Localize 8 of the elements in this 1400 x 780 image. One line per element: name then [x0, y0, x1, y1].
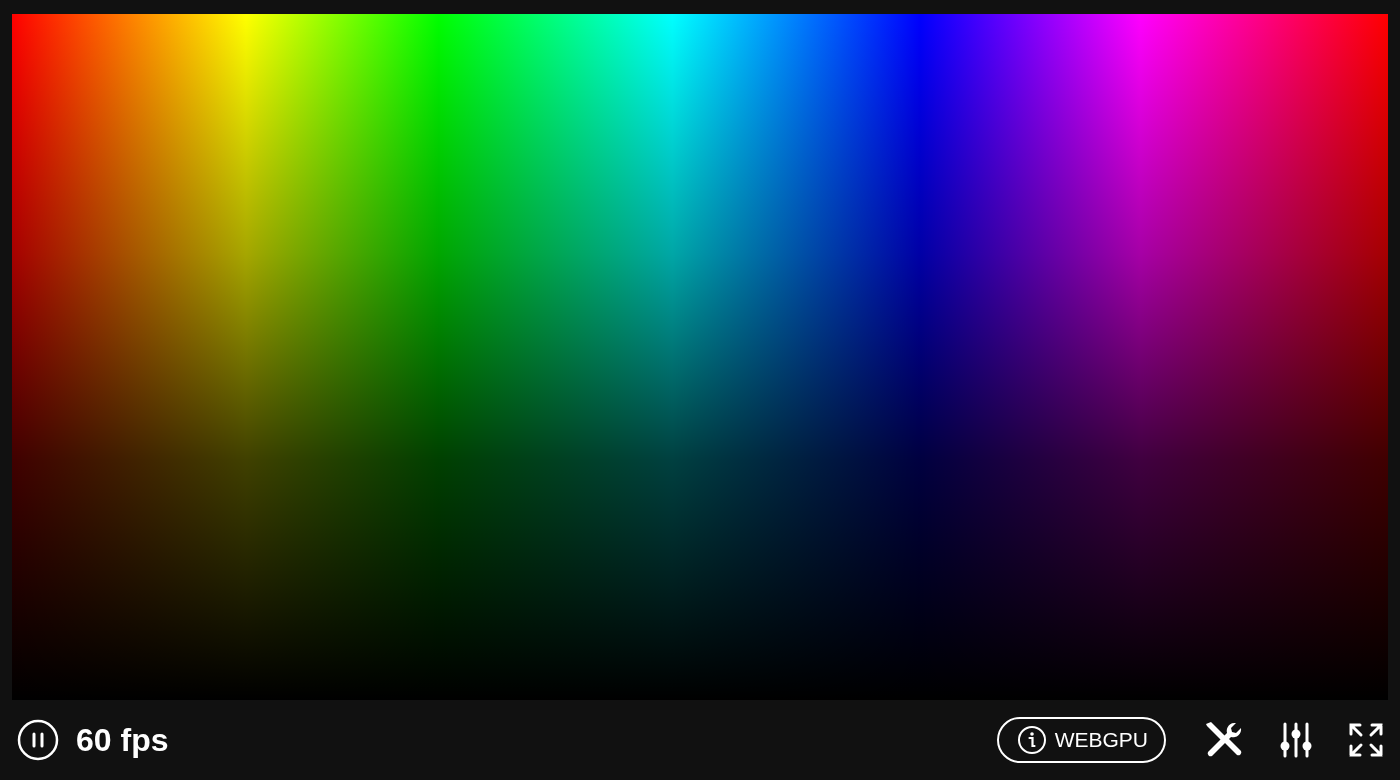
sliders-icon	[1280, 722, 1312, 758]
webgpu-info-button[interactable]: WEBGPU	[996, 717, 1166, 763]
fps-counter: 60 fps	[76, 721, 169, 760]
expand-icon	[1348, 722, 1384, 758]
pause-button[interactable]	[16, 718, 60, 762]
fullscreen-button[interactable]	[1348, 722, 1384, 758]
info-icon	[1016, 725, 1047, 755]
settings-button[interactable]	[1280, 722, 1312, 758]
